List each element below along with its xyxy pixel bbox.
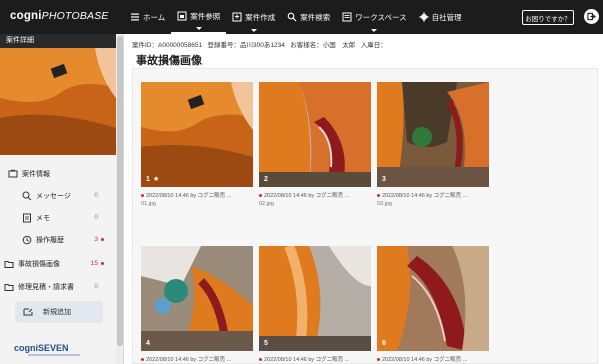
photo-caption: 2022/08/10 14:46 by コグニ販売 ...	[259, 191, 371, 199]
add-item-icon	[23, 307, 33, 317]
nav-case-search[interactable]: 案件検索	[281, 0, 336, 34]
photo-filename: 03.jpg	[377, 201, 392, 207]
sidebar-item-case-info[interactable]: 案件情報	[0, 166, 112, 181]
photo-caption: 2022/08/10 14:46 by コグニ販売 ...	[141, 355, 253, 363]
case-create-icon	[232, 12, 242, 22]
registration-number: 登録番号：品川300あ1234	[207, 42, 285, 49]
star-icon[interactable]: ★	[153, 175, 159, 183]
status-dot	[377, 193, 380, 197]
chevron-down-icon	[371, 29, 378, 32]
main-content: 案件ID：A00000058651 登録番号：品川300あ1234 お客様名：小…	[124, 34, 603, 364]
case-view-icon	[177, 11, 187, 21]
photo-card[interactable]: 6 2022/08/10 14:46 by コグニ販売 ...	[377, 246, 489, 363]
history-unread-dot	[101, 238, 104, 241]
photo-thumbnail[interactable]: 4	[141, 246, 253, 351]
add-new-button[interactable]: 新規追加	[15, 301, 103, 323]
logout-icon[interactable]	[584, 9, 599, 24]
photo-card[interactable]: 1 ★ 2022/08/10 14:46 by コグニ販売 ... 01.jpg	[141, 82, 253, 207]
status-dot	[377, 357, 380, 361]
status-dot	[141, 193, 144, 197]
photo-number: 6	[382, 340, 386, 347]
search-icon	[287, 12, 297, 22]
photo-card[interactable]: 4 2022/08/10 14:46 by コグニ販売 ...	[141, 246, 253, 363]
photo-number: 3	[382, 176, 386, 183]
sidebar-item-history[interactable]: 操作履歴 3	[0, 232, 112, 247]
sidebar-item-repair-estimate[interactable]: 修理見積・請求書 0	[0, 279, 112, 294]
top-bar: cogniPHOTOBASE ホーム 案件参照 案件作成 案件検索 ワークスペー…	[0, 0, 603, 34]
page-title: 事故損傷画像	[136, 55, 202, 67]
chevron-down-icon	[195, 27, 202, 30]
photo-number: 5	[264, 340, 268, 347]
photo-thumbnail[interactable]: 2	[259, 82, 371, 187]
case-info-bar: 案件ID：A00000058651 登録番号：品川300あ1234 お客様名：小…	[132, 39, 387, 49]
main-nav: ホーム 案件参照 案件作成 案件検索 ワークスペース 自社管理	[124, 0, 468, 34]
photo-card[interactable]: 5 2022/08/10 14:46 by コグニ販売 ...	[259, 246, 371, 363]
app-logo[interactable]: cogniPHOTOBASE	[10, 10, 109, 22]
photo-filename: 01.jpg	[141, 201, 156, 207]
photo-thumbnail[interactable]: 5	[259, 246, 371, 351]
accident-images-count: 15	[90, 260, 98, 267]
nav-workspace[interactable]: ワークスペース	[336, 0, 412, 34]
photo-number: 1	[146, 176, 150, 183]
repair-estimate-count: 0	[94, 283, 98, 290]
accident-images-unread-dot	[101, 262, 104, 265]
nav-company-admin[interactable]: 自社管理	[413, 0, 468, 34]
case-id: 案件ID：A00000058651	[132, 42, 203, 49]
folder-icon	[4, 282, 14, 292]
memo-icon	[22, 213, 32, 223]
history-icon	[22, 235, 32, 245]
photo-card[interactable]: 3 2022/08/10 14:46 by コグニ販売 ... 03.jpg	[377, 82, 489, 207]
photo-caption: 2022/08/10 14:46 by コグニ販売 ...	[141, 191, 253, 199]
nav-case-create[interactable]: 案件作成	[226, 0, 281, 34]
photo-caption: 2022/08/10 14:46 by コグニ販売 ...	[259, 355, 371, 363]
workspace-icon	[342, 12, 352, 22]
case-info-icon	[8, 169, 18, 179]
chevron-down-icon	[250, 29, 257, 32]
sidebar-header: 案件詳細	[0, 34, 116, 48]
home-icon	[130, 12, 140, 22]
memo-count: 0	[94, 214, 98, 221]
photo-thumbnail[interactable]: 6	[377, 246, 489, 351]
photo-thumbnail[interactable]: 3	[377, 82, 489, 187]
folder-icon	[4, 259, 14, 269]
entry-date: 入庫日：	[360, 42, 387, 49]
photo-caption: 2022/08/10 14:46 by コグニ販売 ...	[377, 191, 489, 199]
sidebar-item-accident-images[interactable]: 事故損傷画像 15	[0, 256, 112, 271]
sidebar-scrollbar[interactable]	[116, 34, 124, 364]
customer-name: お客様名：小国 太郎	[290, 42, 356, 49]
gear-icon	[419, 12, 429, 22]
nav-home[interactable]: ホーム	[124, 0, 171, 34]
sidebar-scroll-thumb[interactable]	[117, 36, 123, 346]
photo-number: 4	[146, 340, 150, 347]
message-count: 0	[94, 192, 98, 199]
message-icon	[22, 191, 32, 201]
case-thumbnail[interactable]	[0, 48, 116, 155]
photo-number: 2	[264, 176, 268, 183]
photo-grid: 1 ★ 2022/08/10 14:46 by コグニ販売 ... 01.jpg…	[132, 68, 598, 364]
help-button[interactable]: お困りですか？	[522, 10, 574, 25]
status-dot	[259, 193, 262, 197]
sidebar: 案件詳細 案件情報 メッセージ 0 メモ 0 操作履歴 3 事故損傷画像 15 …	[0, 34, 116, 364]
sidebar-item-message[interactable]: メッセージ 0	[0, 188, 112, 203]
brand-underline	[28, 354, 80, 356]
photo-filename: 02.jpg	[259, 201, 274, 207]
history-count: 3	[94, 236, 98, 243]
nav-case-view[interactable]: 案件参照	[171, 0, 227, 34]
sidebar-item-memo[interactable]: メモ 0	[0, 210, 112, 225]
photo-card[interactable]: 2 2022/08/10 14:46 by コグニ販売 ... 02.jpg	[259, 82, 371, 207]
photo-caption: 2022/08/10 14:46 by コグニ販売 ...	[377, 355, 489, 363]
status-dot	[141, 357, 144, 361]
cogniseven-logo: cogniSEVEN	[14, 343, 69, 353]
photo-thumbnail[interactable]: 1 ★	[141, 82, 253, 187]
status-dot	[259, 357, 262, 361]
